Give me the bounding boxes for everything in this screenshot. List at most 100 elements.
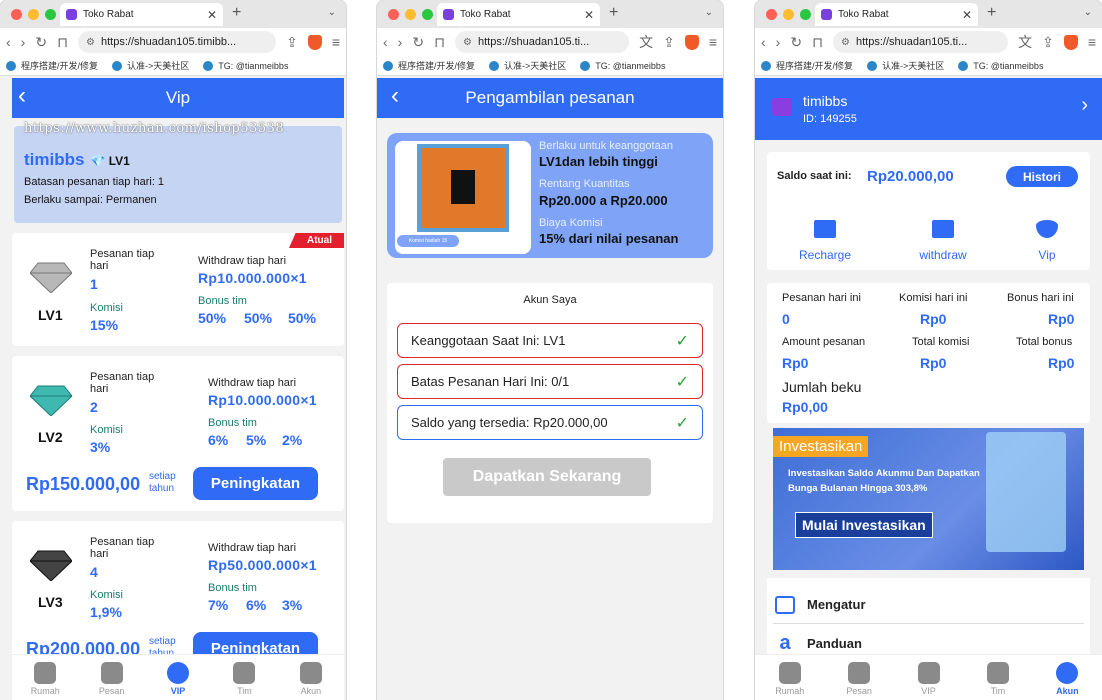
brave-shield-icon[interactable] — [684, 34, 699, 50]
chevron-down-icon[interactable]: ⌄ — [328, 7, 336, 18]
bookmark-item[interactable]: 认准->天美社区 — [867, 59, 944, 72]
back-icon[interactable]: ‹ — [761, 34, 766, 50]
menu-icon[interactable]: ≡ — [332, 34, 340, 50]
back-arrow-icon[interactable]: ‹ — [391, 82, 399, 110]
nav-orders[interactable]: Pesan — [78, 655, 144, 700]
back-arrow-icon[interactable]: ‹ — [18, 82, 26, 110]
bookmark-icon[interactable]: ⊓ — [434, 34, 445, 51]
site-info-icon[interactable]: ⚙ — [86, 37, 95, 48]
close-icon[interactable]: ✕ — [584, 8, 594, 22]
level-card-lv1: Atual LV1 Pesanan tiap hari 1 Komisi 15%… — [12, 233, 344, 346]
translate-icon[interactable]: 文 — [639, 32, 653, 52]
browser-tab[interactable]: Toko Rabat ✕ — [60, 3, 223, 26]
url-input[interactable]: ⚙ https://shuadan105.ti... — [833, 31, 1009, 53]
menu-icon[interactable]: ≡ — [709, 34, 717, 50]
profile-header[interactable]: timibbs ID: 149255 › — [755, 78, 1102, 140]
nav-orders[interactable]: Pesan — [824, 655, 893, 700]
close-icon[interactable]: ✕ — [207, 8, 217, 22]
card-icon — [814, 220, 836, 238]
share-icon[interactable]: ⇪ — [286, 34, 298, 51]
chevron-down-icon[interactable]: ⌄ — [705, 7, 713, 18]
forward-icon[interactable]: › — [776, 34, 781, 50]
share-icon[interactable]: ⇪ — [663, 34, 675, 51]
bookmark-item[interactable]: 程序搭建/开发/修复 — [761, 59, 853, 72]
bonus-label: Bonus tim — [198, 295, 247, 307]
translate-icon[interactable]: 文 — [1018, 32, 1032, 52]
history-button[interactable]: Histori — [1006, 166, 1078, 187]
bookmark-icon[interactable]: ⊓ — [812, 34, 823, 51]
site-info-icon[interactable]: ⚙ — [463, 37, 472, 48]
nav-vip[interactable]: VIP — [894, 655, 963, 700]
orders-label: Pesanan tiap hari — [90, 536, 155, 560]
bookmark-item[interactable]: 认准->天美社区 — [112, 59, 189, 72]
bottom-nav: Rumah Pesan VIP Tim Akun — [12, 654, 344, 700]
window-controls[interactable] — [11, 9, 56, 20]
upgrade-button[interactable]: Peningkatan — [193, 467, 318, 500]
brave-shield-icon[interactable] — [1063, 34, 1078, 50]
recharge-button[interactable]: Recharge — [785, 220, 865, 262]
browser-window-vip: Toko Rabat ✕ + ⌄ ‹ › ↻ ⊓ ⚙ https://shuadan… — [0, 0, 346, 700]
nav-team[interactable]: Tim — [211, 655, 277, 700]
forward-icon[interactable]: › — [398, 34, 403, 50]
bookmark-item[interactable]: TG: @tianmeibbs — [580, 61, 665, 71]
lock-icon — [167, 662, 190, 684]
bookmark-item[interactable]: TG: @tianmeibbs — [958, 61, 1043, 71]
back-icon[interactable]: ‹ — [383, 34, 388, 50]
bookmark-item[interactable]: TG: @tianmeibbs — [203, 61, 288, 71]
browser-window-order: Toko Rabat ✕ + ⌄ ‹ › ↻ ⊓ ⚙ https://shuadan… — [377, 0, 723, 700]
new-tab-icon[interactable]: + — [232, 4, 241, 22]
user-icon — [1056, 662, 1079, 684]
chevron-down-icon[interactable]: ⌄ — [1084, 7, 1092, 18]
share-icon[interactable]: ⇪ — [1042, 34, 1054, 51]
vip-button[interactable]: Vip — [1007, 220, 1087, 262]
nav-home[interactable]: Rumah — [755, 655, 824, 700]
new-tab-icon[interactable]: + — [987, 4, 996, 22]
browser-tab[interactable]: Toko Rabat ✕ — [437, 3, 600, 26]
forward-icon[interactable]: › — [21, 34, 26, 50]
reload-icon[interactable]: ↻ — [412, 34, 424, 51]
avatar — [772, 98, 792, 116]
favicon-icon — [66, 9, 77, 20]
wallet-icon — [775, 595, 795, 614]
orders-value: 1 — [90, 276, 98, 292]
nav-vip[interactable]: VIP — [145, 655, 211, 700]
brave-shield-icon[interactable] — [307, 34, 322, 50]
nav-account[interactable]: Akun — [278, 655, 344, 700]
commission-label: Komisi — [90, 302, 124, 314]
bookmark-item[interactable]: 程序搭建/开发/修复 — [383, 59, 475, 72]
bookmark-icon[interactable]: ⊓ — [57, 34, 68, 51]
withdraw-button[interactable]: withdraw — [903, 220, 983, 262]
level-card-lv3: LV3 Pesanan tiap hari 4 Komisi 1,9% With… — [12, 521, 344, 676]
url-input[interactable]: ⚙ https://shuadan105.ti... — [455, 31, 630, 53]
nav-team[interactable]: Tim — [963, 655, 1032, 700]
menu-icon[interactable]: ≡ — [1088, 34, 1096, 50]
menu-settings[interactable]: Mengatur — [773, 586, 1084, 624]
balance-value: Rp20.000,00 — [867, 168, 954, 185]
new-tab-icon[interactable]: + — [609, 4, 618, 22]
browser-tab[interactable]: Toko Rabat ✕ — [815, 3, 978, 26]
site-info-icon[interactable]: ⚙ — [841, 37, 850, 48]
nav-account[interactable]: Akun — [1033, 655, 1102, 700]
commission-label: Komisi — [90, 589, 124, 601]
bookmark-item[interactable]: 认准->天美社区 — [489, 59, 566, 72]
reload-icon[interactable]: ↻ — [790, 34, 802, 51]
address-bar: ‹ › ↻ ⊓ ⚙ https://shuadan105.ti... 文 ⇪ ≡ — [755, 28, 1102, 56]
withdraw-value: Rp10.000.000×1 — [208, 392, 317, 408]
get-now-button[interactable]: Dapatkan Sekarang — [443, 458, 651, 496]
chevron-right-icon[interactable]: › — [1081, 94, 1088, 117]
bookmark-item[interactable]: 程序搭建/开发/修复 — [6, 59, 98, 72]
reload-icon[interactable]: ↻ — [35, 34, 47, 51]
diamond-icon — [30, 550, 72, 581]
window-controls[interactable] — [388, 9, 433, 20]
bonus-value: 2% — [282, 432, 303, 448]
window-controls[interactable] — [766, 9, 811, 20]
url-input[interactable]: ⚙ https://shuadan105.timibb... — [78, 31, 277, 53]
invest-banner[interactable]: Investasikan Investasikan Saldo Akunmu D… — [773, 428, 1084, 570]
page-header: ‹ Pengambilan pesanan — [377, 78, 723, 118]
address-bar: ‹ › ↻ ⊓ ⚙ https://shuadan105.ti... 文 ⇪ ≡ — [377, 28, 723, 56]
back-icon[interactable]: ‹ — [6, 34, 11, 50]
nav-home[interactable]: Rumah — [12, 655, 78, 700]
close-icon[interactable]: ✕ — [962, 8, 972, 22]
start-invest-button[interactable]: Mulai Investasikan — [795, 512, 933, 538]
order-info-card: Komisi hadiah 15 Berlaku untuk keanggota… — [387, 133, 713, 258]
